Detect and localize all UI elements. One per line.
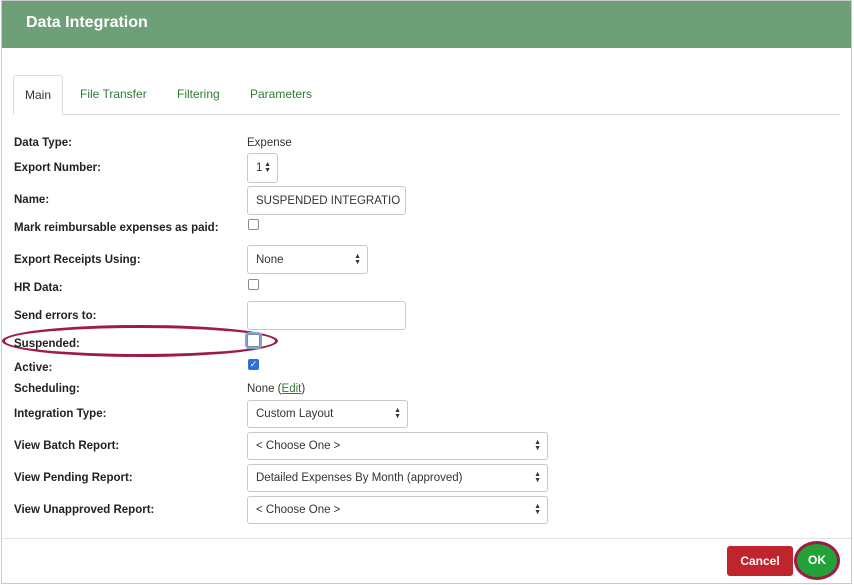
tab-file-transfer[interactable]: File Transfer — [69, 75, 158, 114]
scheduling-label: Scheduling: — [14, 383, 80, 395]
scheduling-prefix: None ( — [247, 383, 282, 395]
export-number-label: Export Number: — [14, 162, 101, 174]
export-receipts-label: Export Receipts Using: — [14, 254, 141, 266]
export-receipts-select[interactable]: None ▲ ▼ — [247, 245, 368, 274]
select-arrows-icon: ▲ ▼ — [534, 471, 541, 484]
tab-parameters[interactable]: Parameters — [239, 75, 323, 114]
view-pending-report-select[interactable]: Detailed Expenses By Month (approved) ▲ ▼ — [247, 464, 548, 492]
view-unapproved-report-label: View Unapproved Report: — [14, 504, 155, 516]
send-errors-label: Send errors to: — [14, 310, 97, 322]
view-pending-report-label: View Pending Report: — [14, 472, 133, 484]
integration-type-label: Integration Type: — [14, 408, 107, 420]
select-arrows-icon: ▲ ▼ — [354, 252, 361, 266]
view-batch-report-select[interactable]: < Choose One > ▲ ▼ — [247, 432, 548, 460]
view-pending-report-value: Detailed Expenses By Month (approved) — [256, 472, 463, 484]
tab-main[interactable]: Main — [13, 75, 64, 115]
suspended-label: Suspended: — [14, 338, 80, 350]
mark-reimbursable-checkbox[interactable] — [248, 219, 259, 230]
select-arrows-icon: ▲ ▼ — [534, 439, 541, 452]
cancel-button[interactable]: Cancel — [727, 546, 793, 576]
ok-button[interactable]: OK — [797, 544, 837, 577]
hr-data-checkbox[interactable] — [248, 279, 259, 290]
scheduling-edit-link[interactable]: Edit — [282, 383, 302, 395]
suspended-checkbox[interactable] — [247, 334, 260, 347]
tab-filtering[interactable]: Filtering — [166, 75, 231, 114]
view-unapproved-report-select[interactable]: < Choose One > ▲ ▼ — [247, 496, 548, 524]
name-input[interactable]: SUSPENDED INTEGRATIO — [247, 186, 406, 215]
view-unapproved-report-value: < Choose One > — [256, 504, 341, 516]
name-input-value: SUSPENDED INTEGRATIO — [256, 194, 401, 207]
name-label: Name: — [14, 194, 50, 206]
view-batch-report-value: < Choose One > — [256, 440, 341, 452]
integration-type-value: Custom Layout — [256, 408, 334, 420]
integration-type-select[interactable]: Custom Layout ▲ ▼ — [247, 400, 408, 428]
send-errors-input[interactable] — [247, 301, 406, 330]
stepper-arrows-icon: ▲ ▼ — [264, 161, 271, 174]
data-type-label: Data Type: — [14, 137, 72, 149]
data-integration-dialog: Data Integration Main File Transfer Filt… — [1, 0, 852, 584]
select-arrows-icon: ▲ ▼ — [394, 407, 401, 420]
scheduling-suffix: ) — [301, 383, 306, 395]
scheduling-value: None (Edit) — [247, 383, 305, 395]
dialog-titlebar: Data Integration — [2, 1, 851, 48]
select-arrows-icon: ▲ ▼ — [534, 503, 541, 516]
dialog-title: Data Integration — [26, 14, 148, 31]
export-number-value: 1 — [256, 162, 263, 174]
footer-divider — [2, 538, 851, 539]
data-type-value: Expense — [247, 137, 292, 149]
export-receipts-value: None — [256, 253, 284, 266]
active-checkbox[interactable]: ✓ — [248, 359, 259, 370]
tab-bar: Main File Transfer Filtering Parameters — [13, 75, 840, 115]
export-number-stepper[interactable]: 1 ▲ ▼ — [247, 153, 278, 183]
view-batch-report-label: View Batch Report: — [14, 440, 120, 452]
hr-data-label: HR Data: — [14, 282, 63, 294]
checkmark-icon: ✓ — [249, 359, 258, 369]
mark-reimbursable-label: Mark reimbursable expenses as paid: — [14, 222, 219, 234]
active-label: Active: — [14, 362, 53, 374]
